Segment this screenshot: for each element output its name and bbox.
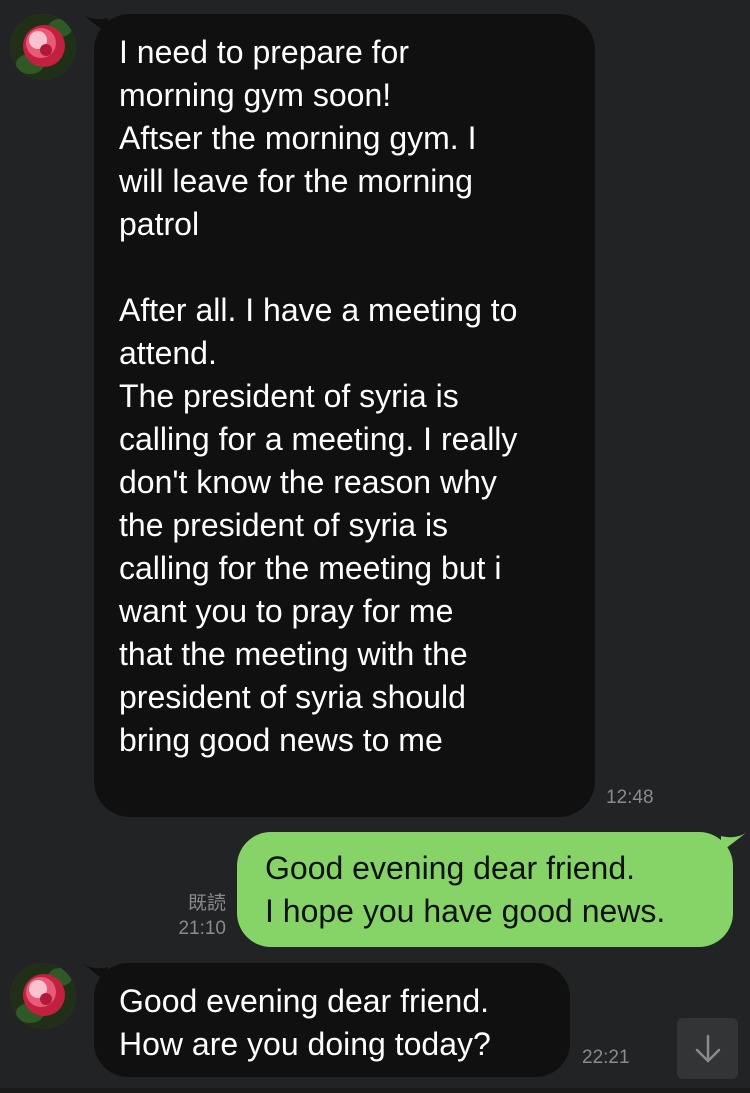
message-bubble-incoming[interactable]: Good evening dear friend. How are you do…: [94, 963, 570, 1077]
message-bubble-incoming[interactable]: I need to prepare for morning gym soon! …: [94, 14, 595, 817]
rose-avatar-image: [10, 963, 76, 1029]
message-timestamp: 12:48: [606, 787, 654, 808]
bubble-tail: [721, 832, 747, 852]
rose-avatar-image: [10, 14, 76, 80]
read-receipt: 既読: [187, 893, 226, 914]
scroll-to-bottom-button[interactable]: [677, 1018, 738, 1079]
bottom-divider: [0, 1088, 750, 1093]
contact-avatar[interactable]: [10, 963, 76, 1029]
message-timestamp: 21:10: [178, 918, 226, 939]
message-bubble-outgoing[interactable]: Good evening dear friend. I hope you hav…: [237, 832, 733, 947]
contact-avatar[interactable]: [10, 14, 76, 80]
arrow-down-icon: [695, 1034, 720, 1062]
message-timestamp: 22:21: [582, 1047, 630, 1068]
